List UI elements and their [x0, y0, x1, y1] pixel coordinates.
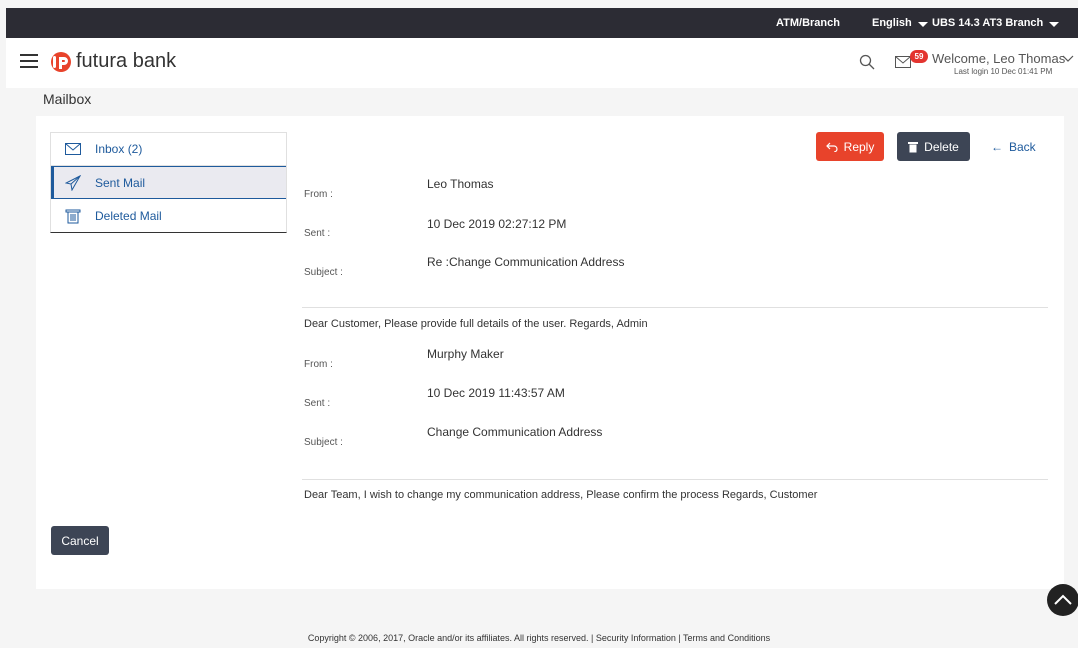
app-header: futura bank 59 Welcome, Leo Thomas Last … — [6, 38, 1078, 88]
bank-logo[interactable]: futura bank — [50, 50, 176, 73]
trash-icon — [65, 209, 81, 223]
language-dropdown[interactable]: English — [872, 17, 928, 29]
page-title: Mailbox — [43, 91, 92, 107]
reply-button[interactable]: Reply — [816, 132, 884, 161]
notification-badge: 59 — [910, 50, 928, 63]
back-link[interactable]: ← Back — [991, 140, 1036, 154]
chevron-down-icon[interactable] — [1062, 55, 1074, 63]
sidebar-item-deleted-mail[interactable]: Deleted Mail — [51, 199, 286, 232]
footer-text: Copyright © 2006, 2017, Oracle and/or it… — [307, 633, 771, 643]
from-label: From : — [304, 189, 333, 200]
hamburger-menu-icon[interactable] — [20, 54, 38, 68]
delete-label: Delete — [924, 139, 959, 154]
logo-icon — [51, 51, 71, 72]
reply-icon — [825, 142, 838, 152]
from-value: Murphy Maker — [427, 347, 504, 361]
chevron-down-icon — [1049, 21, 1060, 27]
logo-text: futura bank — [76, 50, 177, 72]
back-label: Back — [1009, 140, 1036, 154]
top-bar: ATM/Branch English UBS 14.3 AT3 Branch — [6, 8, 1078, 38]
from-value: Leo Thomas — [427, 177, 494, 191]
welcome-text[interactable]: Welcome, Leo Thomas — [932, 51, 1065, 66]
search-icon[interactable] — [859, 54, 875, 70]
trash-icon — [908, 141, 919, 152]
from-label: From : — [304, 359, 333, 370]
message-body: Dear Customer, Please provide full detai… — [304, 318, 648, 330]
mail-icon[interactable] — [895, 56, 911, 68]
subject-value: Re :Change Communication Address — [427, 255, 625, 269]
subject-value: Change Communication Address — [427, 425, 603, 439]
last-login-text: Last login 10 Dec 01:41 PM — [954, 67, 1053, 76]
cancel-button[interactable]: Cancel — [51, 526, 109, 555]
chevron-down-icon — [917, 21, 928, 27]
reply-label: Reply — [843, 139, 875, 154]
sidebar-item-sent-mail[interactable]: Sent Mail — [51, 166, 286, 199]
atm-branch-link[interactable]: ATM/Branch — [776, 17, 840, 29]
branch-dropdown[interactable]: UBS 14.3 AT3 Branch — [932, 17, 1060, 29]
delete-button[interactable]: Delete — [897, 132, 970, 161]
divider — [302, 307, 1048, 308]
mailbox-card: Inbox (2) Sent Mail Deleted Mail Reply D… — [36, 116, 1064, 589]
message-body: Dear Team, I wish to change my communica… — [304, 489, 818, 501]
sent-value: 10 Dec 2019 11:43:57 AM — [427, 386, 565, 400]
subject-label: Subject : — [304, 267, 343, 278]
sidebar-item-label: Sent Mail — [95, 175, 146, 190]
branch-label: UBS 14.3 AT3 Branch — [932, 17, 1044, 29]
scroll-to-top-button[interactable] — [1047, 584, 1078, 616]
cancel-label: Cancel — [61, 533, 99, 548]
language-label: English — [872, 17, 912, 29]
divider — [302, 479, 1048, 480]
paper-plane-icon — [65, 174, 81, 191]
sent-label: Sent : — [304, 398, 331, 409]
sent-label: Sent : — [304, 228, 331, 239]
sidebar-item-label: Inbox (2) — [95, 142, 143, 156]
chevron-up-icon — [1054, 594, 1072, 605]
atm-branch-label: ATM/Branch — [776, 17, 840, 29]
mailbox-sidebar: Inbox (2) Sent Mail Deleted Mail — [50, 132, 287, 233]
sent-value: 10 Dec 2019 02:27:12 PM — [427, 217, 567, 231]
sidebar-item-label: Deleted Mail — [95, 208, 162, 223]
sidebar-item-inbox[interactable]: Inbox (2) — [51, 133, 286, 166]
subject-label: Subject : — [304, 437, 343, 448]
arrow-left-icon: ← — [991, 140, 1003, 154]
envelope-icon — [65, 143, 81, 155]
